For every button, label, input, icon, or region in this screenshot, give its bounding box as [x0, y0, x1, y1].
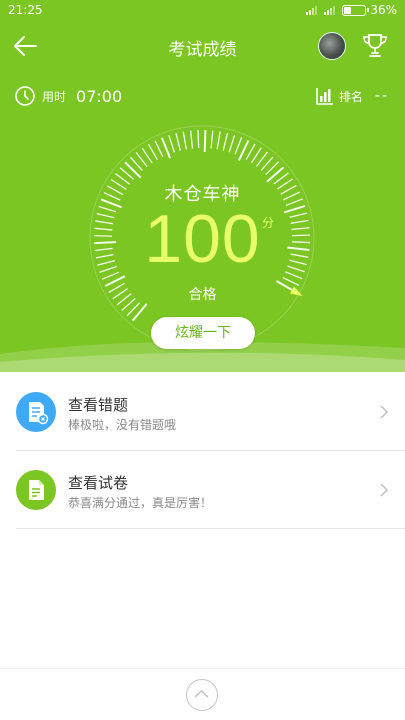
gauge-tick	[222, 132, 229, 151]
list-item-title: 查看试卷	[68, 474, 129, 492]
gauge-tick	[245, 143, 256, 160]
gauge-tick	[160, 137, 171, 159]
gauge-tick	[124, 161, 142, 179]
divider	[16, 528, 405, 529]
score-header: 21:25 36% 考试成绩 用时 07:00 排名 -- 木仓车神 100 分…	[0, 0, 405, 372]
chevron-right-icon	[380, 483, 389, 497]
wrong-questions-icon	[16, 392, 56, 432]
scroll-up-button[interactable]	[186, 679, 218, 711]
chevron-up-icon	[194, 689, 209, 698]
list-item-title: 查看错题	[68, 396, 129, 414]
gauge-tick	[131, 303, 148, 322]
action-list: 查看错题 棒极啦，没有错题哦 查看试卷 恭喜满分通过，真是厉害！	[0, 372, 405, 529]
gauge-tick	[154, 140, 164, 158]
list-item-subtitle: 恭喜满分通过，真是厉害！	[68, 496, 213, 510]
bottom-bar	[0, 668, 405, 720]
gauge-tick	[189, 130, 194, 149]
gauge-tick	[168, 135, 175, 153]
gauge-tick	[250, 147, 262, 164]
list-item-wrong-questions[interactable]: 查看错题 棒极啦，没有错题哦	[0, 372, 405, 450]
gauge-tick	[175, 133, 181, 151]
paper-icon	[16, 470, 56, 510]
score-value: 100	[144, 201, 261, 277]
gauge-tick	[197, 130, 200, 149]
gauge-tick	[210, 130, 214, 149]
gauge-tick	[216, 131, 221, 150]
gauge-tick	[141, 147, 153, 164]
list-item-view-paper[interactable]: 查看试卷 恭喜满分通过，真是厉害！	[0, 450, 405, 528]
score-result: 合格	[188, 287, 217, 303]
gauge-tick	[147, 143, 158, 161]
gauge-tick	[203, 130, 207, 153]
score-unit: 分	[262, 216, 275, 230]
gauge-tick	[182, 131, 188, 150]
gauge-tick	[234, 137, 243, 155]
list-item-subtitle: 棒极啦，没有错题哦	[68, 418, 177, 432]
chevron-right-icon	[380, 405, 389, 419]
share-button[interactable]: 炫耀一下	[151, 317, 255, 349]
gauge-tick	[228, 134, 236, 153]
